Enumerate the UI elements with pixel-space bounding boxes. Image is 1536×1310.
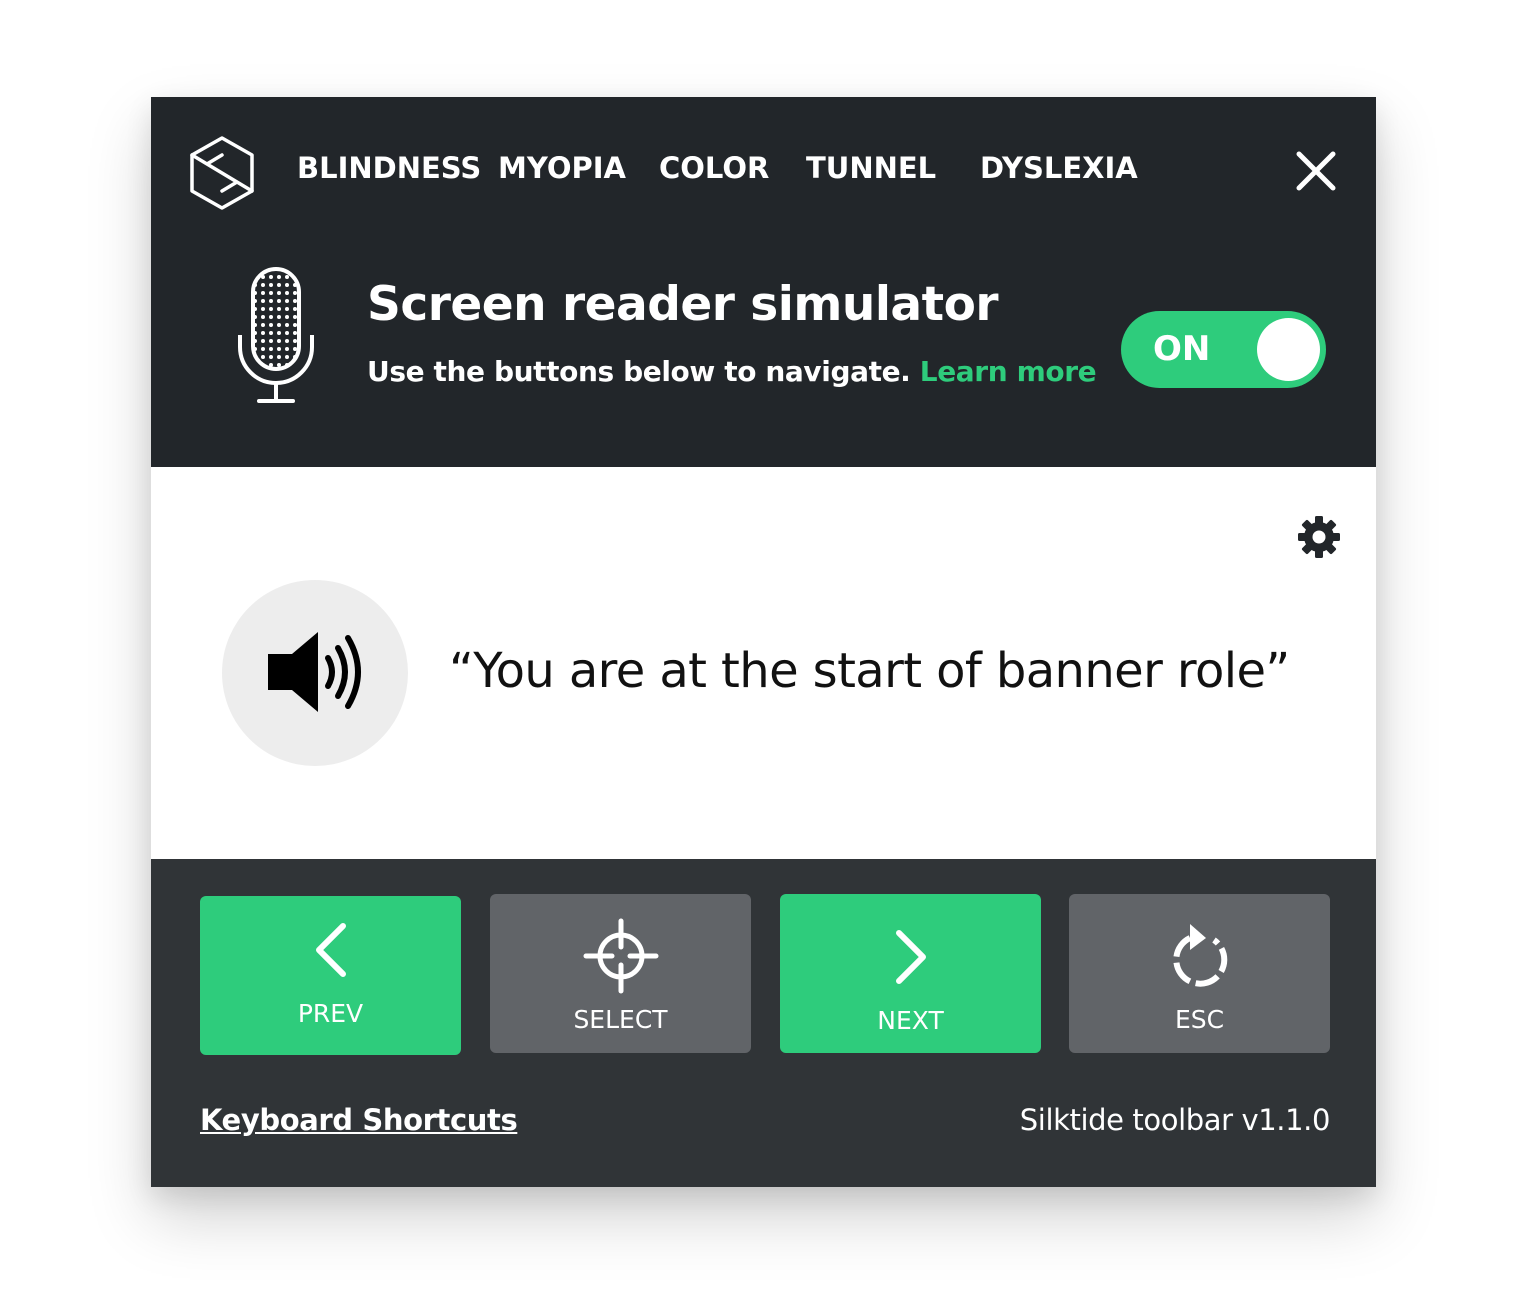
toggle-label: ON bbox=[1153, 329, 1211, 369]
nav-blindness[interactable]: BLINDNESS bbox=[297, 151, 481, 185]
silktide-logo-icon bbox=[190, 136, 254, 210]
prev-button[interactable]: PREV bbox=[200, 896, 461, 1055]
silktide-toolbar: BLINDNESS MYOPIA COLOR TUNNEL DYSLEXIA S… bbox=[151, 97, 1376, 1187]
select-label: SELECT bbox=[573, 1005, 668, 1034]
esc-button[interactable]: ESC bbox=[1069, 894, 1330, 1053]
close-icon[interactable] bbox=[1294, 149, 1338, 193]
toolbar-version: Silktide toolbar v1.1.0 bbox=[1019, 1103, 1331, 1137]
toolbar-header: BLINDNESS MYOPIA COLOR TUNNEL DYSLEXIA S… bbox=[151, 97, 1376, 467]
simulator-title: Screen reader simulator bbox=[367, 277, 999, 332]
simulator-description: Use the buttons below to navigate. Learn… bbox=[367, 355, 1097, 388]
chevron-left-icon bbox=[315, 923, 346, 977]
next-button[interactable]: NEXT bbox=[780, 894, 1041, 1053]
speech-panel: “You are at the start of banner role” bbox=[151, 467, 1376, 859]
toggle-knob bbox=[1257, 318, 1320, 381]
next-label: NEXT bbox=[877, 1006, 944, 1035]
crosshair-icon bbox=[583, 918, 658, 994]
spoken-text: “You are at the start of banner role” bbox=[449, 643, 1290, 699]
speaker-icon bbox=[268, 632, 361, 712]
chevron-right-icon bbox=[895, 930, 926, 984]
select-button[interactable]: SELECT bbox=[490, 894, 751, 1053]
simulator-description-text: Use the buttons below to navigate. bbox=[367, 355, 911, 388]
refresh-icon bbox=[1172, 924, 1227, 987]
nav-color[interactable]: COLOR bbox=[659, 151, 769, 185]
nav-dyslexia[interactable]: DYSLEXIA bbox=[980, 151, 1138, 185]
gear-icon[interactable] bbox=[1297, 515, 1341, 559]
nav-myopia[interactable]: MYOPIA bbox=[498, 151, 626, 185]
learn-more-link[interactable]: Learn more bbox=[920, 355, 1097, 388]
speaker-button[interactable] bbox=[222, 580, 408, 766]
microphone-icon bbox=[238, 267, 314, 403]
controls-panel: PREV SELECT NEXT ESC Keyboard Shortcuts … bbox=[151, 859, 1376, 1187]
nav-tunnel[interactable]: TUNNEL bbox=[806, 151, 936, 185]
prev-label: PREV bbox=[297, 999, 364, 1028]
simulator-toggle[interactable]: ON bbox=[1121, 311, 1326, 388]
esc-label: ESC bbox=[1174, 1005, 1225, 1034]
keyboard-shortcuts-link[interactable]: Keyboard Shortcuts bbox=[200, 1103, 518, 1137]
